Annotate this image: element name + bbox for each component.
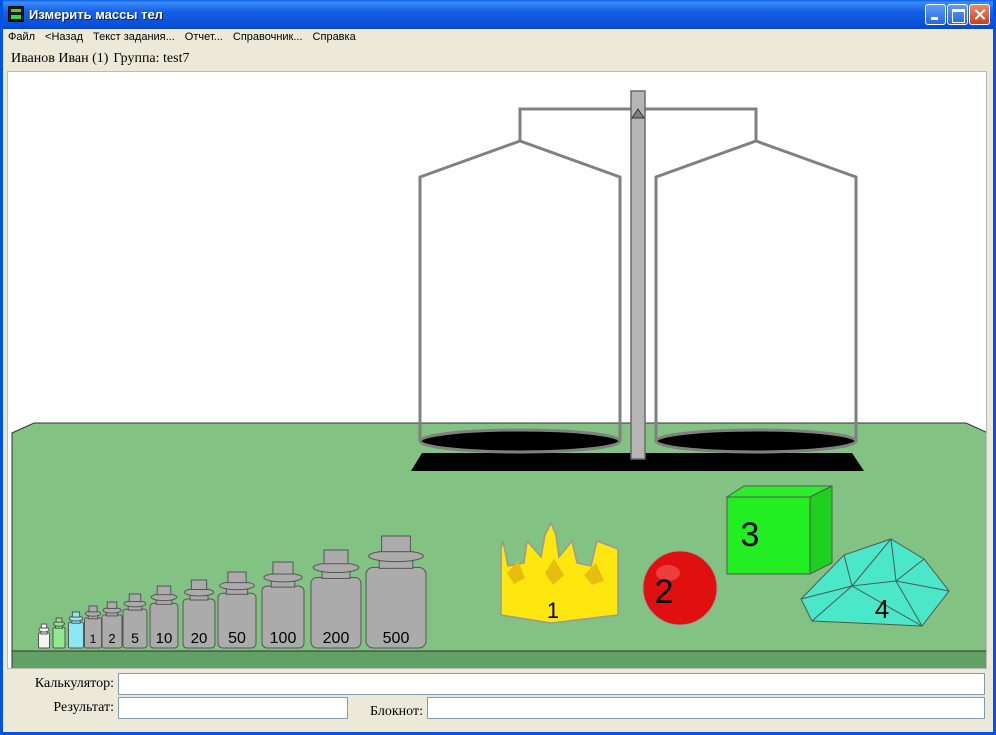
right-pan[interactable]	[654, 428, 858, 454]
weight-1[interactable]: 1	[84, 605, 102, 649]
weight-label: 20	[191, 630, 208, 647]
right-pan-frame	[654, 139, 858, 441]
user-info: Иванов Иван (1) Группа: test7	[3, 48, 993, 70]
weight-knob	[55, 617, 63, 623]
weight-knob	[381, 535, 411, 553]
crown-label: 1	[547, 598, 559, 623]
calculator-input[interactable]	[118, 673, 985, 695]
weight-10[interactable]: 10	[149, 585, 179, 649]
menu-file[interactable]: Файл	[3, 29, 40, 43]
weight-200[interactable]: 200	[310, 549, 362, 649]
cube-object[interactable]: 3	[725, 485, 833, 575]
notepad-input[interactable]	[427, 697, 985, 719]
weight-100[interactable]: 100	[261, 561, 305, 649]
title-bar[interactable]: Измерить массы тел	[3, 0, 993, 29]
weight-knob	[88, 605, 98, 613]
weight-20[interactable]: 20	[182, 579, 216, 649]
beam-left	[518, 107, 638, 141]
cube-front	[726, 496, 811, 575]
weight-knob	[323, 549, 349, 565]
result-input[interactable]	[118, 697, 348, 719]
weight-label: 100	[270, 630, 297, 647]
weight-knob	[272, 561, 294, 575]
weight-knob	[190, 579, 208, 591]
weight-label: 10	[156, 630, 173, 647]
weight-tiny-cyan[interactable]	[68, 611, 84, 649]
weight-label: 500	[383, 630, 410, 647]
weight-cap	[368, 550, 424, 563]
weight-label: 50	[228, 630, 246, 647]
table-front-edge	[11, 650, 986, 668]
weight-body	[52, 626, 66, 649]
user-name: Иванов Иван (1)	[11, 51, 109, 66]
bottom-panel: Калькулятор: Результат: Блокнот:	[3, 669, 993, 732]
menu-back[interactable]: <Назад	[40, 29, 88, 43]
minimize-button[interactable]	[925, 4, 946, 25]
weight-knob	[106, 601, 118, 609]
scale-column	[630, 90, 646, 460]
weight-5[interactable]: 5	[122, 593, 148, 649]
weight-knob	[71, 611, 81, 618]
calculator-label: Калькулятор:	[34, 676, 114, 691]
close-button[interactable]	[969, 4, 990, 25]
user-group: Группа: test7	[113, 51, 190, 66]
weight-label: 1	[90, 632, 97, 646]
weight-tiny-green[interactable]	[52, 617, 66, 649]
ball-object[interactable]: 2	[642, 550, 718, 626]
beam-right	[638, 107, 758, 141]
menu-bar: Файл <Назад Текст задания... Отчет... Справо…	[3, 29, 993, 47]
menu-handbook[interactable]: Справочник...	[228, 29, 308, 43]
result-label: Результат:	[53, 700, 114, 715]
maximize-button[interactable]	[947, 4, 968, 25]
weight-tiny-white[interactable]	[38, 623, 50, 649]
weight-body	[68, 621, 84, 649]
weight-label: 200	[323, 630, 350, 647]
weight-knob	[40, 623, 48, 629]
menu-task-text[interactable]: Текст задания...	[88, 29, 180, 43]
app-icon[interactable]	[8, 6, 24, 22]
weight-label: 2	[108, 631, 115, 646]
weight-label: 5	[131, 630, 139, 646]
app-window: Измерить массы тел Файл <Назад Текст задан…	[0, 0, 996, 735]
scene-canvas: 1 2 5 10 20 50 100 200 500 1 2 3 4	[11, 90, 986, 668]
ball-label: 2	[655, 573, 674, 611]
menu-help[interactable]: Справка	[308, 29, 361, 43]
notepad-label: Блокнот:	[370, 704, 423, 719]
weight-500[interactable]: 500	[365, 535, 427, 649]
cube-side	[809, 485, 833, 575]
weight-2[interactable]: 2	[101, 601, 123, 649]
weight-knob	[227, 571, 247, 584]
left-pan[interactable]	[418, 428, 622, 454]
window-title: Измерить массы тел	[29, 7, 163, 22]
left-pan-frame	[418, 139, 622, 441]
balance-scale[interactable]	[411, 90, 864, 471]
weight-50[interactable]: 50	[217, 571, 257, 649]
menu-report[interactable]: Отчет...	[180, 29, 228, 43]
weight-knob	[156, 585, 172, 596]
weight-body	[38, 632, 50, 649]
cube-label: 3	[741, 516, 760, 554]
weight-knob	[128, 593, 142, 603]
crystal-label: 4	[875, 594, 889, 624]
simulation-scene: 1 2 5 10 20 50 100 200 500 1 2 3 4	[7, 71, 987, 669]
